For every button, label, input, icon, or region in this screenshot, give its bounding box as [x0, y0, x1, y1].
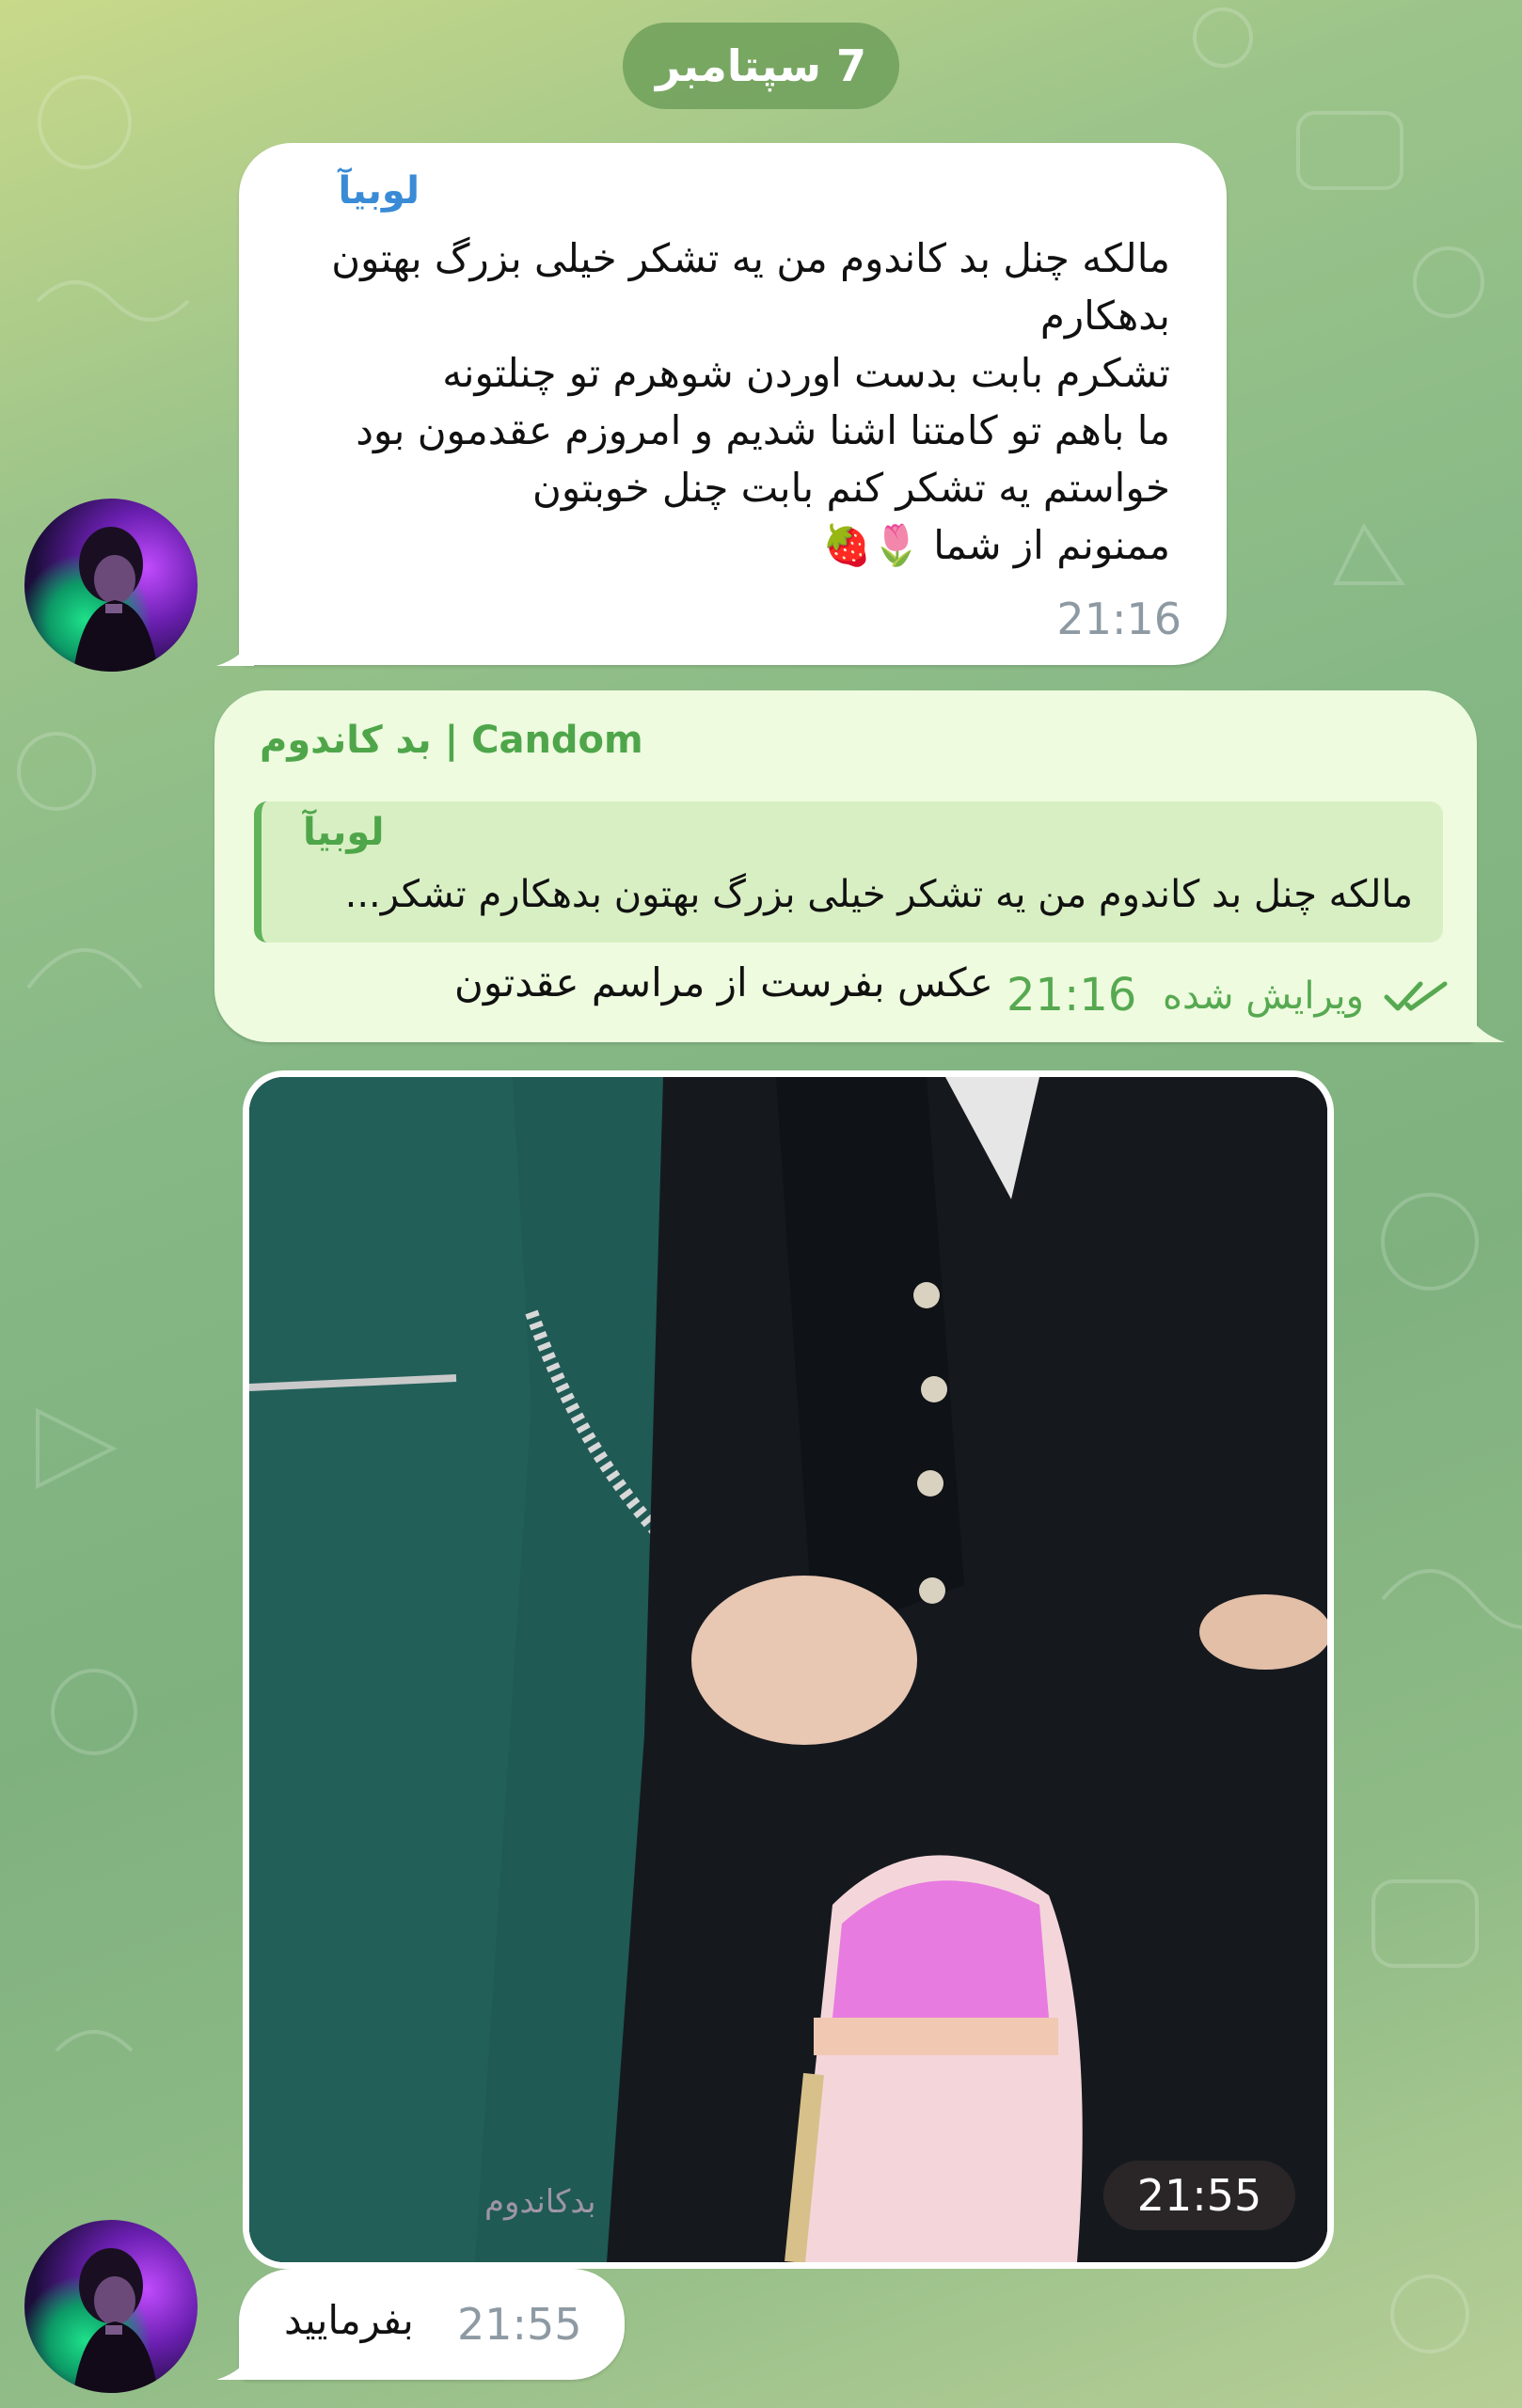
bubble-tail	[216, 638, 254, 666]
avatar-illustration	[73, 527, 158, 672]
edited-label: ویرایش شده	[1163, 974, 1364, 1018]
reply-quote[interactable]: لوبیآ مالکه چنل بد کاندوم من یه تشکر خیل…	[254, 801, 1443, 943]
message-sender-name[interactable]: لوبیآ	[339, 169, 420, 213]
photo-watermark: بدکاندوم	[484, 2183, 596, 2221]
reply-text: مالکه چنل بد کاندوم من یه تشکر خیلی بزرگ…	[344, 873, 1413, 916]
reply-sender-name: لوبیآ	[303, 811, 385, 854]
message-line: مالکه چنل بد کاندوم من یه تشکر خیلی بزرگ…	[331, 235, 1170, 281]
message-sender-name[interactable]: بد کاندوم | Candom	[260, 719, 643, 762]
message-time: 21:55	[457, 2299, 582, 2350]
message-text: بفرمایید	[284, 2297, 414, 2343]
message-time: 21:55	[1103, 2161, 1295, 2230]
message-line: بدهکارم	[1039, 293, 1170, 339]
double-check-icon	[1384, 981, 1448, 1011]
photo-message[interactable]: بدکاندوم 21:55	[243, 1070, 1334, 2269]
message-time: 21:16	[1007, 969, 1137, 1022]
sender-avatar[interactable]	[24, 499, 198, 672]
bubble-tail	[1467, 1014, 1505, 1042]
avatar-illustration	[73, 2248, 158, 2393]
date-header: 7 سپتامبر	[623, 23, 899, 109]
message-text: مالکه چنل بد کاندوم من یه تشکر خیلی بزرگ…	[331, 230, 1170, 574]
message-time: 21:16	[1056, 594, 1181, 644]
bubble-tail	[216, 2352, 254, 2380]
message-text: عکس بفرست از مراسم عقدتون	[454, 959, 993, 1006]
message-line: ما باهم تو کامتنا اشنا شدیم و امروزم عقد…	[356, 407, 1170, 453]
incoming-message-bubble[interactable]: بفرمایید 21:55	[239, 2269, 625, 2380]
message-line: تشکرم بابت بدست اوردن شوهرم تو چنلتونه	[442, 350, 1170, 396]
message-line: خواستم یه تشکر کنم بابت چنل خوبتون	[531, 465, 1170, 511]
sender-avatar[interactable]	[24, 2220, 198, 2393]
message-line: ممنونم از شما 🌷🍓	[822, 522, 1170, 568]
engagement-photo	[249, 1077, 1327, 2262]
incoming-message-bubble[interactable]: لوبیآ مالکه چنل بد کاندوم من یه تشکر خیل…	[239, 143, 1227, 665]
